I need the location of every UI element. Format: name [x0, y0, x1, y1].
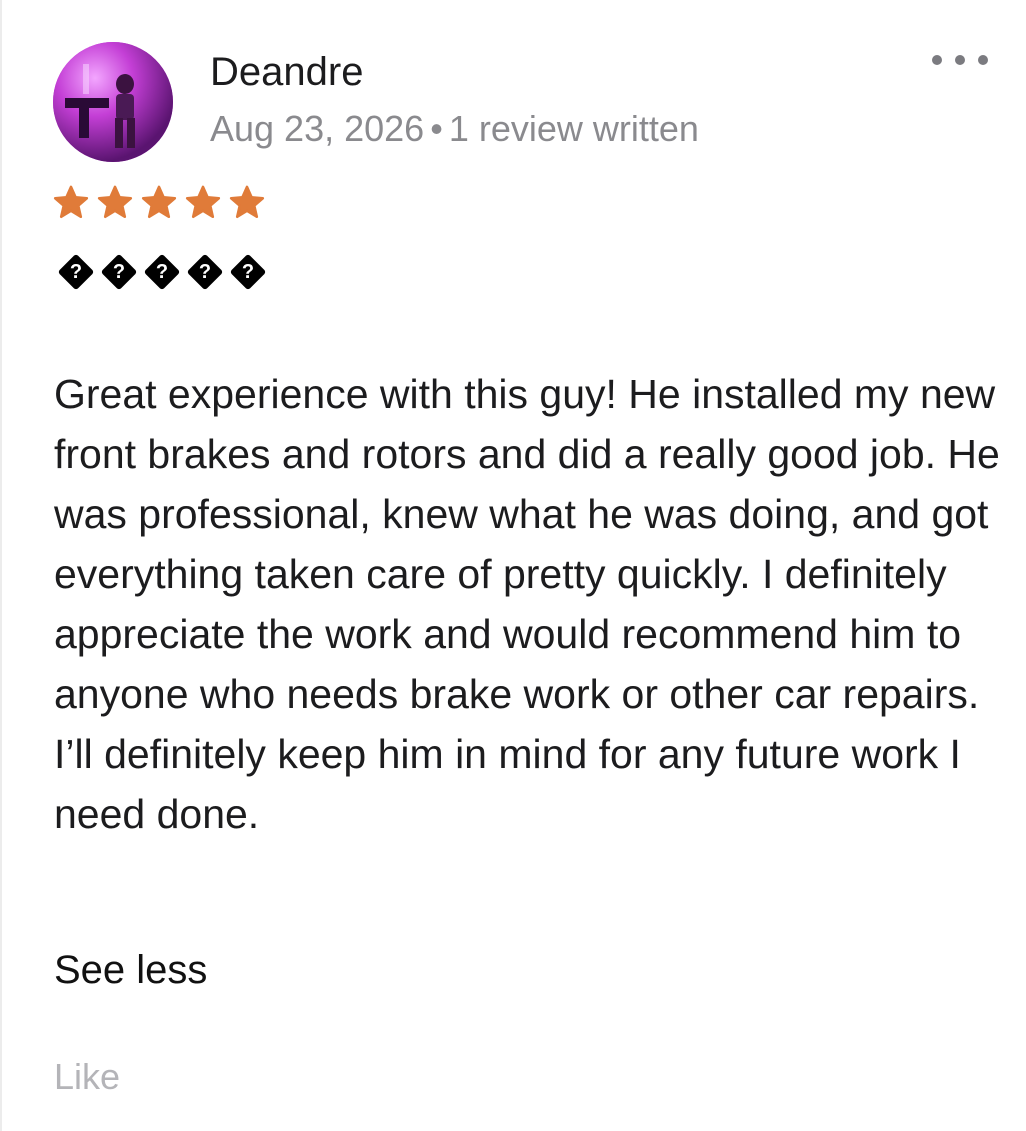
- review-count[interactable]: 1 review written: [449, 108, 699, 149]
- meta-separator: •: [430, 108, 443, 149]
- like-button[interactable]: Like: [54, 1054, 120, 1100]
- more-horizontal-icon: [955, 55, 965, 65]
- review-date: Aug 23, 2026: [210, 108, 425, 149]
- glyph-mark: ?: [241, 261, 255, 283]
- glyph-mark: ?: [69, 261, 83, 283]
- avatar[interactable]: [53, 42, 173, 162]
- review-card: Deandre Aug 23, 2026 • 1 review written ??…: [0, 0, 1026, 1131]
- star-rating: [52, 184, 266, 222]
- glyph-mark: ?: [112, 261, 126, 283]
- star-icon: [141, 185, 177, 219]
- star-icon: [229, 185, 265, 219]
- star-icon: [185, 185, 221, 219]
- see-less-link[interactable]: See less: [54, 944, 207, 996]
- replacement-character-glyph: ?: [101, 254, 137, 290]
- author-name[interactable]: Deandre: [210, 48, 363, 96]
- more-horizontal-icon: [932, 55, 942, 65]
- more-options-button[interactable]: [932, 48, 988, 72]
- glyph-mark: ?: [155, 261, 169, 283]
- avatar-photo: [53, 42, 173, 162]
- replacement-character-glyph: ?: [230, 254, 266, 290]
- replacement-character-glyph: ?: [144, 254, 180, 290]
- replacement-character-glyph: ?: [58, 254, 94, 290]
- more-horizontal-icon: [978, 55, 988, 65]
- review-meta: Aug 23, 2026 • 1 review written: [210, 106, 699, 152]
- glyph-mark: ?: [198, 261, 212, 283]
- star-icon: [97, 185, 133, 219]
- star-icon: [53, 185, 89, 219]
- review-text: Great experience with this guy! He insta…: [54, 371, 1000, 837]
- replacement-character-glyph: ?: [187, 254, 223, 290]
- unrendered-emoji-row: ?????: [58, 254, 266, 290]
